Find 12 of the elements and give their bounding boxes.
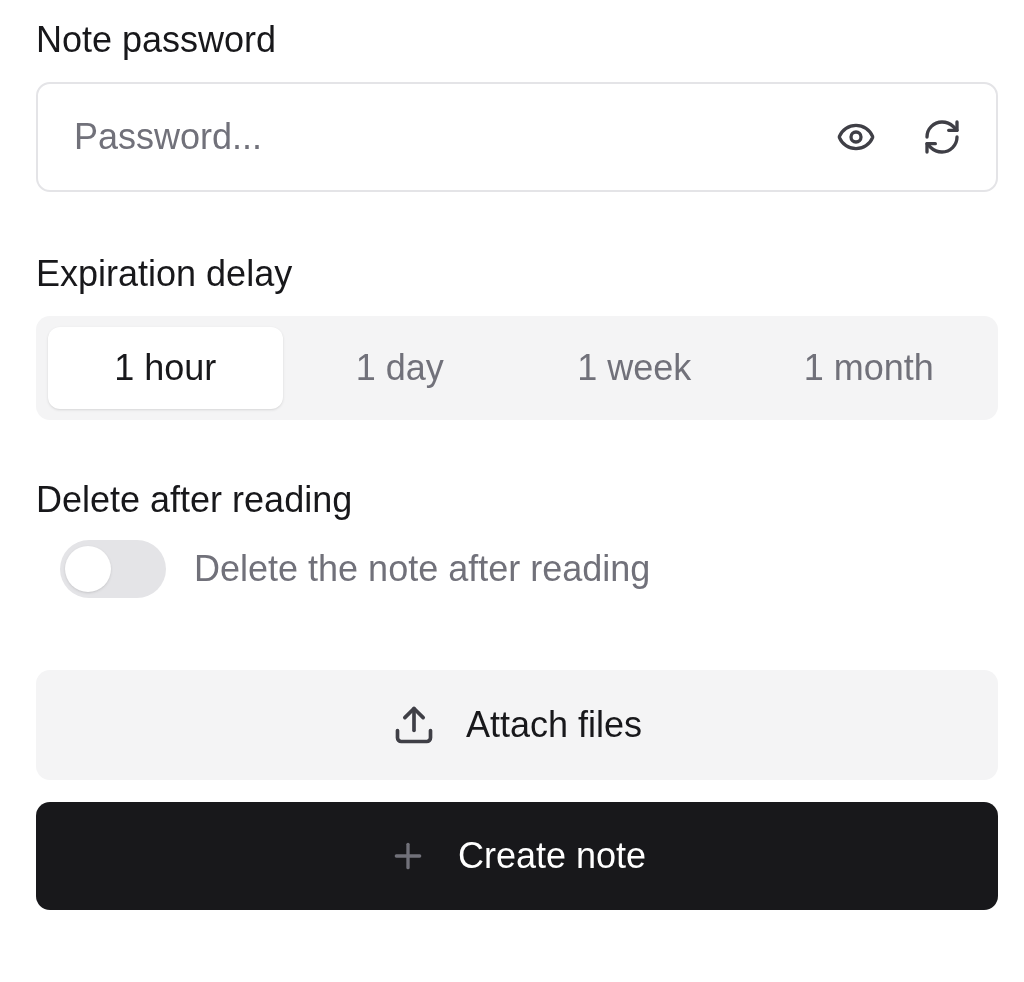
password-field[interactable]: Password... bbox=[36, 82, 998, 192]
field-label: Note password bbox=[36, 18, 278, 62]
segment-tab[interactable]: 1 week bbox=[517, 327, 752, 409]
field-label: Expiration delay bbox=[36, 252, 294, 296]
field-label: Delete after reading bbox=[36, 478, 354, 522]
toggle-label: Delete the note after reading bbox=[194, 547, 651, 591]
segment-tab[interactable]: 1 day bbox=[282, 327, 517, 409]
refresh-icon[interactable] bbox=[922, 117, 962, 157]
segment-tab[interactable]: 1 month bbox=[751, 327, 986, 409]
attach-files-button[interactable]: Attach files bbox=[36, 670, 998, 780]
segment-tab[interactable]: 1 hour bbox=[48, 327, 283, 409]
create-note-button[interactable]: Create note bbox=[36, 802, 998, 910]
